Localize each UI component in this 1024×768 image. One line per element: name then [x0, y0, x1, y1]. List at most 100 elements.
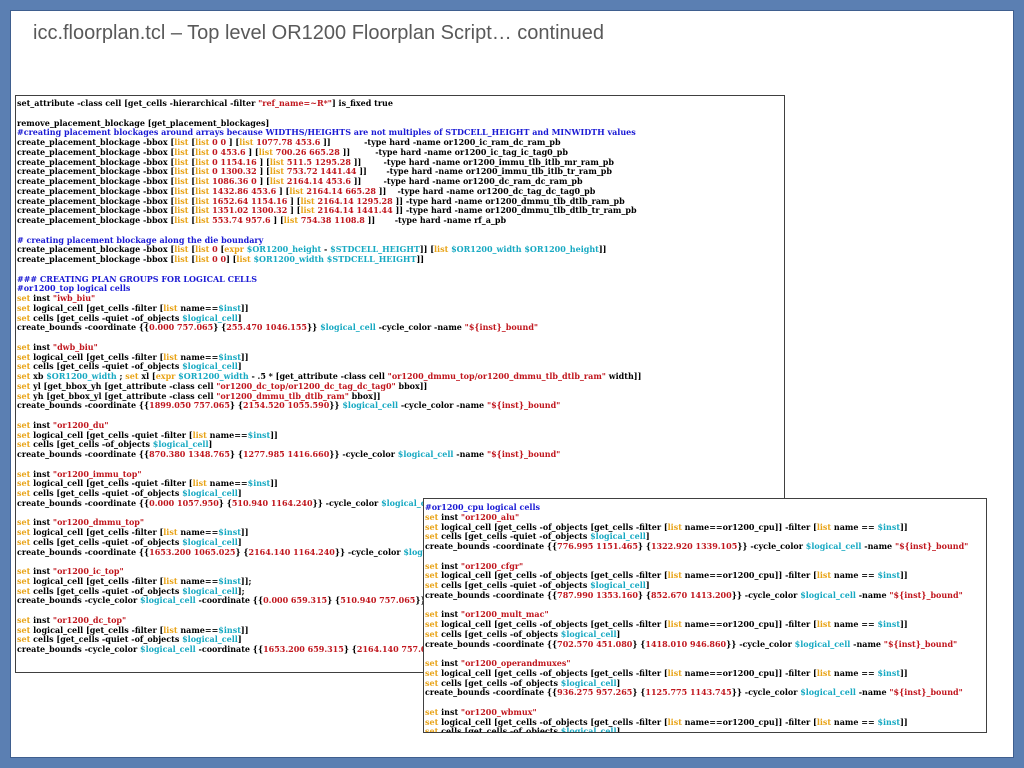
- code-token: logical_cell [get_cells -quiet -filter [: [30, 478, 193, 489]
- code-token: ]] -type hard -name or1200_ic_ram_dc_ram…: [323, 137, 561, 147]
- code-line: create_bounds -coordinate {{936.275 957.…: [425, 687, 986, 698]
- code-token: create_bounds -coordinate {{: [425, 687, 558, 698]
- code-token: bbox]]: [348, 390, 381, 401]
- code-token: ] [: [259, 166, 270, 177]
- code-token: name==: [177, 575, 219, 586]
- string-token: "or1200_dmmu_top/or1200_dmmu_tlb_dtlb_ra…: [387, 371, 606, 381]
- variable-token: $logical_cell: [794, 638, 851, 649]
- string-token: 2154.520 1055.590: [242, 400, 330, 411]
- code-token: logical_cell [get_cells -quiet -filter [: [30, 429, 193, 440]
- keyword-token: set: [17, 488, 31, 498]
- code-token: name==: [206, 478, 248, 489]
- code-token: ]]: [598, 244, 607, 255]
- code-token: logical_cell [get_cells -filter [: [30, 527, 164, 537]
- variable-token: $inst: [218, 575, 241, 586]
- keyword-token: set: [425, 560, 439, 571]
- variable-token: $logical_cell: [182, 634, 238, 645]
- code-token: }} -cycle_color: [737, 541, 806, 551]
- keyword-token: list: [195, 215, 210, 225]
- string-token: 776.995 1151.465: [557, 541, 638, 551]
- string-token: "iwb_biu": [52, 293, 96, 303]
- comment-token: #or1200_top logical cells: [17, 283, 131, 294]
- keyword-token: set: [17, 468, 31, 479]
- variable-token: $logical_cell: [800, 687, 856, 698]
- keyword-token: set: [17, 624, 31, 635]
- string-token: "or1200_immu_top": [52, 468, 142, 479]
- keyword-token: set: [17, 390, 31, 401]
- code-token: ]: [616, 628, 621, 639]
- code-token: } {: [229, 400, 243, 411]
- code-token: }}: [307, 322, 321, 333]
- code-token: create_bounds -coordinate {{: [17, 546, 150, 557]
- code-line: create_bounds -coordinate {{702.570 451.…: [425, 638, 986, 650]
- code-token: cells [get_cells -quiet -of_objects: [30, 312, 183, 323]
- code-token: }}: [329, 400, 343, 411]
- keyword-token: list: [192, 478, 207, 489]
- string-token: 553.74 957.6: [209, 215, 274, 225]
- keyword-token: set: [425, 511, 439, 522]
- code-line: #or1200_top logical cells: [17, 283, 784, 294]
- code-token: cells [get_cells -quiet -of_objects: [30, 585, 183, 596]
- code-token: name==or1200_cpu]] -filter [: [681, 667, 817, 678]
- code-token: ]] -type hard -name or1200_dmmu_tlb_dtlb…: [395, 205, 637, 216]
- code-token: logical_cell [get_cells -of_objects [get…: [438, 619, 668, 629]
- keyword-token: list: [163, 351, 178, 362]
- keyword-token: list: [163, 302, 178, 313]
- keyword-token: expr: [224, 244, 244, 255]
- keyword-token: set: [17, 614, 31, 625]
- variable-token: $logical_cell: [590, 531, 646, 542]
- code-token: }} -cycle_color: [731, 687, 801, 698]
- code-token: logical_cell [get_cells -of_objects [get…: [438, 521, 668, 532]
- slide-title: icc.floorplan.tcl – Top level OR1200 Flo…: [33, 22, 605, 44]
- code-token: create_placement_blockage -bbox [: [17, 176, 175, 186]
- keyword-token: set: [17, 293, 31, 303]
- variable-token: $inst: [247, 429, 271, 440]
- code-token: cells [get_cells -quiet -of_objects: [30, 361, 183, 372]
- code-token: create_placement_blockage -bbox [: [17, 244, 175, 255]
- string-token: 1899.050 757.065: [149, 400, 230, 411]
- keyword-token: set: [425, 677, 439, 688]
- code-token: }} -cycle_color: [312, 497, 382, 508]
- code-line: ### CREATING PLAN GROUPS FOR LOGICAL CEL…: [17, 274, 784, 285]
- variable-token: $logical_cell: [805, 541, 862, 551]
- code-token: logical_cell [get_cells -of_objects [get…: [438, 716, 668, 727]
- variable-token: $OR1200_height: [243, 244, 322, 255]
- code-token: logical_cell [get_cells -filter [: [30, 302, 164, 313]
- string-token: 787.990 1353.160: [557, 589, 638, 600]
- keyword-token: list: [174, 156, 189, 167]
- code-token: ]];: [240, 575, 252, 586]
- keyword-token: set: [17, 536, 31, 547]
- keyword-token: list: [236, 254, 251, 264]
- code-token: inst: [438, 560, 461, 571]
- code-token: name==or1200_cpu]] -filter [: [681, 570, 817, 581]
- code-token: -name: [453, 449, 487, 459]
- code-token: cells [get_cells -quiet -of_objects: [30, 634, 183, 645]
- code-token: create_placement_blockage -bbox [: [17, 185, 175, 196]
- code-token: }} -cycle_color: [726, 638, 795, 649]
- keyword-token: set: [425, 609, 439, 620]
- code-token: ] [: [248, 146, 259, 157]
- code-token: xb: [30, 371, 47, 381]
- code-token: inst: [30, 614, 53, 625]
- code-token: ]] -type hard -name or1200_immu_tlb_itlb…: [359, 166, 612, 177]
- code-token: } {: [632, 687, 646, 698]
- keyword-token: set: [17, 302, 31, 313]
- code-token: } {: [637, 541, 651, 551]
- code-token: ] [: [290, 205, 301, 216]
- code-token: ]]: [240, 351, 249, 362]
- code-token: ]: [237, 536, 242, 547]
- keyword-token: list: [269, 156, 285, 167]
- variable-token: $inst: [218, 624, 241, 635]
- code-token: create_bounds -cycle_color: [17, 595, 141, 606]
- code-line: create_bounds -coordinate {{0.000 757.06…: [17, 322, 784, 333]
- keyword-token: list: [283, 215, 299, 225]
- code-token: create_bounds -coordinate {{: [17, 322, 150, 333]
- keyword-token: list: [195, 195, 210, 206]
- string-token: 0 0: [209, 254, 227, 264]
- keyword-token: set: [125, 371, 139, 381]
- code-token: }} -cycle_color: [731, 589, 801, 600]
- code-line: create_bounds -coordinate {{1899.050 757…: [17, 400, 784, 411]
- string-token: 936.275 957.265: [557, 687, 633, 698]
- code-token: create_bounds -coordinate {{: [17, 497, 150, 508]
- code-token: ] [: [278, 185, 290, 196]
